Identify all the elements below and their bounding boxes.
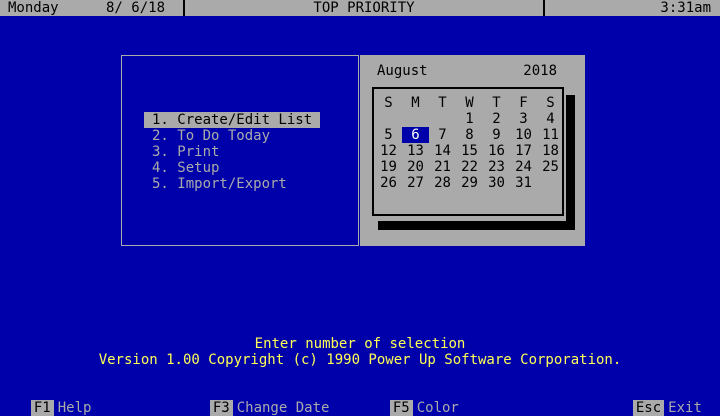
- key-label: Help: [57, 400, 92, 416]
- f3-change-date-key[interactable]: F3 Change Date: [193, 384, 329, 416]
- calendar-day[interactable]: 23: [483, 159, 510, 175]
- menu-item[interactable]: 3. Print: [152, 144, 219, 160]
- calendar-year: 2018: [523, 63, 557, 79]
- calendar-day[interactable]: 31: [510, 175, 537, 191]
- calendar-shadow: [566, 95, 575, 230]
- calendar-day[interactable]: 29: [456, 175, 483, 191]
- key-cap: F1: [30, 400, 54, 416]
- calendar-day[interactable]: 27: [402, 175, 429, 191]
- calendar-day[interactable]: 3: [510, 111, 537, 127]
- status-divider: [543, 0, 545, 16]
- calendar-shadow: [378, 221, 575, 230]
- calendar-day[interactable]: 11: [537, 127, 564, 143]
- calendar-day[interactable]: 26: [375, 175, 402, 191]
- menu-item[interactable]: 2. To Do Today: [152, 128, 270, 144]
- calendar-day[interactable]: 24: [510, 159, 537, 175]
- f1-help-key[interactable]: F1 Help: [14, 384, 91, 416]
- calendar-day[interactable]: 7: [429, 127, 456, 143]
- calendar-day[interactable]: 19: [375, 159, 402, 175]
- calendar-day[interactable]: 14: [429, 143, 456, 159]
- calendar-day-selected[interactable]: 6: [402, 127, 429, 143]
- copyright-notice: Version 1.00 Copyright (c) 1990 Power Up…: [98, 352, 622, 368]
- key-label: Color: [416, 400, 459, 416]
- calendar-day[interactable]: 10: [510, 127, 537, 143]
- calendar-day[interactable]: 18: [537, 143, 564, 159]
- menu-item[interactable]: 5. Import/Export: [152, 176, 287, 192]
- time-label: 3:31am: [660, 0, 711, 16]
- key-label: Change Date: [236, 400, 330, 416]
- day-label: Monday: [8, 0, 59, 16]
- calendar-day[interactable]: 28: [429, 175, 456, 191]
- calendar-panel: August 2018 S M T W T F S 1 2 3 4 5 6 7 8 9 10 11 12 13 14 15…: [360, 55, 585, 246]
- calendar-day[interactable]: 12: [375, 143, 402, 159]
- calendar-day[interactable]: 30: [483, 175, 510, 191]
- calendar-day[interactable]: 13: [402, 143, 429, 159]
- calendar-day[interactable]: 15: [456, 143, 483, 159]
- calendar-day[interactable]: 9: [483, 127, 510, 143]
- app-title: TOP PRIORITY: [313, 0, 415, 16]
- weekday-header: F: [519, 95, 528, 111]
- calendar-day[interactable]: 21: [429, 159, 456, 175]
- calendar-day[interactable]: 8: [456, 127, 483, 143]
- calendar-month: August: [377, 63, 428, 79]
- date-label: 8/ 6/18: [106, 0, 166, 16]
- f5-color-key[interactable]: F5 Color: [373, 384, 459, 416]
- calendar-grid: S M T W T F S 1 2 3 4 5 6 7 8 9 10 11 12 13 14 15 16 17 18 19 20 21…: [372, 87, 564, 216]
- weekday-header: S: [384, 95, 393, 111]
- key-label: Exit: [668, 400, 702, 416]
- calendar-day[interactable]: 2: [483, 111, 510, 127]
- calendar-day[interactable]: 4: [537, 111, 564, 127]
- status-bar: Monday 8/ 6/18 TOP PRIORITY 3:31am: [0, 0, 720, 16]
- calendar-day[interactable]: 20: [402, 159, 429, 175]
- menu-item[interactable]: 1. Create/Edit List: [144, 112, 321, 128]
- weekday-header: T: [492, 95, 501, 111]
- calendar-day[interactable]: 17: [510, 143, 537, 159]
- weekday-header: T: [438, 95, 447, 111]
- calendar-day[interactable]: 16: [483, 143, 510, 159]
- key-cap: F3: [209, 400, 233, 416]
- weekday-header: W: [465, 95, 474, 111]
- selection-prompt: Enter number of selection: [254, 336, 466, 352]
- weekday-header: S: [546, 95, 555, 111]
- esc-exit-key[interactable]: Esc Exit: [616, 384, 702, 416]
- calendar-day[interactable]: 22: [456, 159, 483, 175]
- key-cap: Esc: [632, 400, 665, 416]
- calendar-day[interactable]: 1: [456, 111, 483, 127]
- menu-item[interactable]: 4. Setup: [152, 160, 219, 176]
- calendar-day[interactable]: 5: [375, 127, 402, 143]
- weekday-header: M: [411, 95, 420, 111]
- key-cap: F5: [389, 400, 413, 416]
- calendar-day[interactable]: 25: [537, 159, 564, 175]
